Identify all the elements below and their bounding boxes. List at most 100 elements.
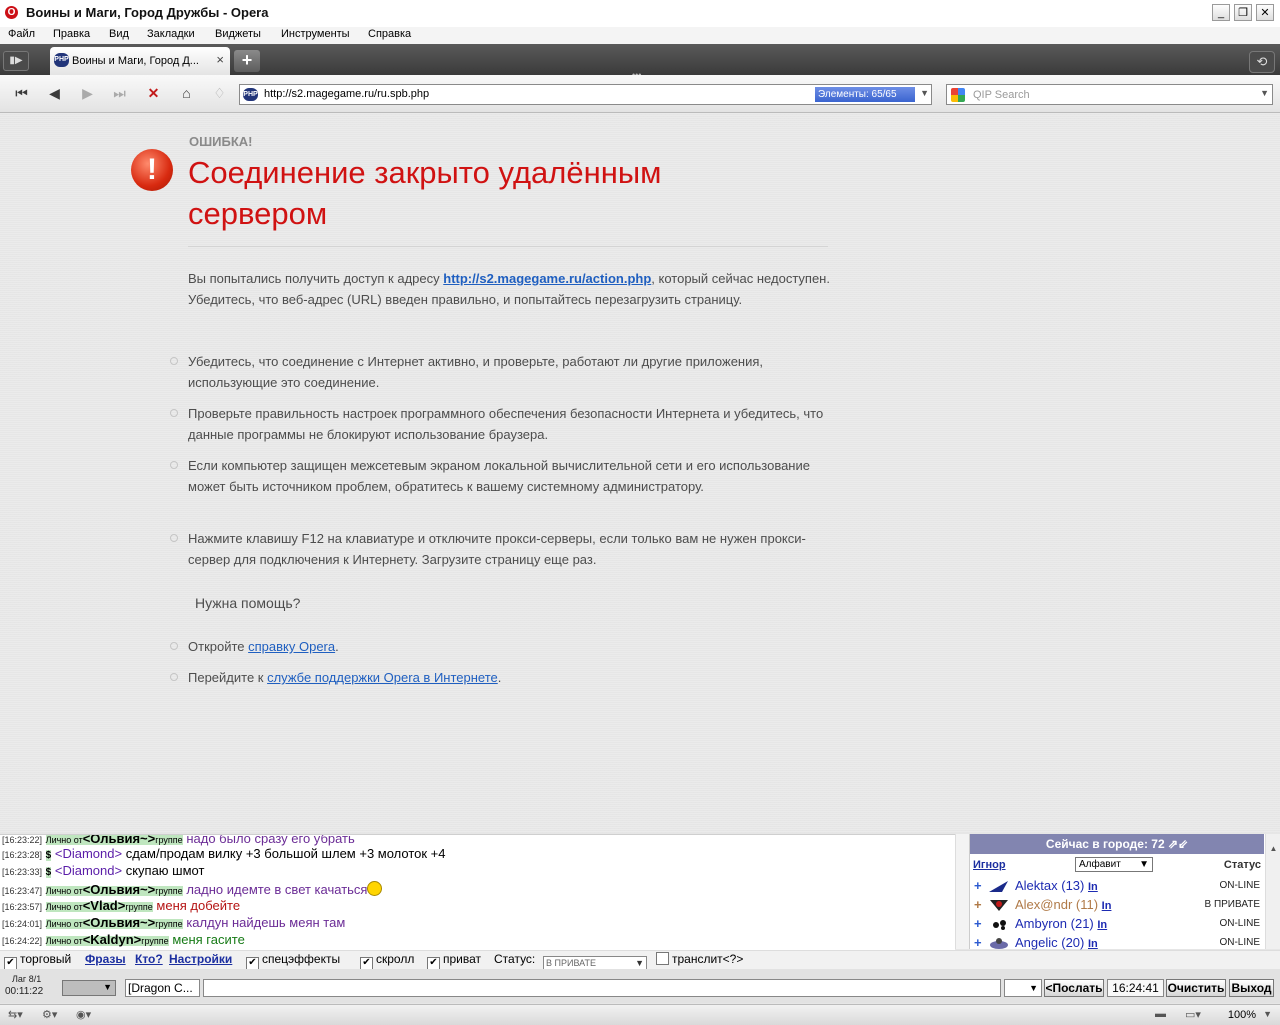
player-info-link[interactable]: In (1102, 900, 1112, 912)
player-name-text: Alektax (13) (1015, 878, 1085, 893)
menu-file[interactable]: Файл (8, 28, 35, 40)
city-scrollbar[interactable]: ▲ (1265, 834, 1280, 949)
closed-tabs-icon[interactable]: ⟲ (1249, 51, 1275, 73)
chat-nick[interactable]: <Ольвия~> (83, 915, 156, 930)
refresh-icon[interactable]: ⇗⇙ (1168, 837, 1188, 851)
ignore-link[interactable]: Игнор (973, 859, 1006, 871)
chat-time: [16:23:47] (2, 886, 43, 896)
opera-help-link[interactable]: справку Opera (248, 639, 335, 654)
chat-nick[interactable]: <Diamond> (55, 863, 122, 878)
divider (188, 246, 828, 247)
search-field[interactable]: QIP Search ▼ (946, 84, 1273, 105)
chat-nick[interactable]: <Ольвия~> (83, 835, 156, 846)
chat-nick[interactable]: <Vlad> (83, 898, 126, 913)
effects-checkbox[interactable]: ✔ спецэффекты (246, 952, 340, 970)
player-name-text: Angelic (20) (1015, 935, 1085, 950)
chat-nick[interactable]: <Ольвия~> (83, 882, 156, 897)
failed-url-link[interactable]: http://s2.magegame.ru/action.php (443, 271, 651, 286)
address-field[interactable]: PHP http://s2.magegame.ru/ru.spb.php Эле… (239, 84, 932, 105)
player-name[interactable]: Alektax (13) In (1015, 878, 1098, 893)
close-button[interactable]: ✕ (1256, 4, 1274, 21)
wand-icon[interactable]: ♢ (207, 81, 232, 106)
tab-close-icon[interactable]: × (216, 52, 224, 67)
exit-button[interactable]: Выход (1229, 979, 1274, 997)
menu-bar: Файл Правка Вид Закладки Виджеты Инструм… (0, 27, 1280, 45)
chat-nick[interactable]: <Kaldyn> (83, 932, 142, 947)
player-info-link[interactable]: In (1097, 919, 1107, 931)
avatar-icon (990, 938, 1008, 949)
chat-scrollbar[interactable] (955, 834, 970, 949)
add-player-icon[interactable]: + (974, 916, 982, 931)
player-info-link[interactable]: In (1088, 881, 1098, 893)
tab-active[interactable]: PHP Воины и Маги, Город Д... × (50, 47, 230, 75)
back-icon[interactable]: ◀ (42, 81, 67, 106)
clear-button[interactable]: Очистить (1166, 979, 1226, 997)
url-text[interactable]: http://s2.magegame.ru/ru.spb.php (264, 88, 429, 100)
add-player-icon[interactable]: + (974, 935, 982, 950)
turbo-icon[interactable]: ◉▾ (76, 1008, 91, 1021)
stop-icon[interactable]: ✕ (141, 81, 166, 106)
navigation-toolbar: ⏮ ◀ ▶ ⏭ ✕ ⌂ ♢ PHP http://s2.magegame.ru/… (0, 75, 1280, 113)
translit-help-link[interactable]: <?> (723, 952, 744, 966)
address-dropdown-icon[interactable]: ▼ (920, 88, 929, 98)
site-favicon-icon: PHP (243, 88, 258, 101)
menu-widgets[interactable]: Виджеты (215, 28, 261, 40)
zoom-dropdown-icon[interactable]: ▼ (1263, 1009, 1272, 1019)
scroll-checkbox[interactable]: ✔ скролл (360, 952, 414, 970)
group-tag: группе (155, 919, 183, 929)
player-name[interactable]: Angelic (20) In (1015, 935, 1098, 950)
minimize-button[interactable]: _ (1212, 4, 1230, 21)
zoom-level[interactable]: 100% (1228, 1009, 1256, 1021)
player-name[interactable]: Ambyron (21) In (1015, 916, 1107, 931)
chat-line: [16:23:57] Лично от<Vlad>группе меня доб… (2, 898, 240, 913)
panel-icon[interactable]: ▬ (1155, 1008, 1166, 1020)
share-icon[interactable]: ⚙▾ (42, 1008, 57, 1021)
help-item-support: Перейдите к службе поддержки Opera в Инт… (188, 667, 838, 688)
chat-log[interactable]: [16:23:22] Лично от<Ольвия~>группе надо … (0, 834, 955, 950)
chat-line: [16:23:22] Лично от<Ольвия~>группе надо … (2, 835, 355, 846)
avatar-icon (993, 920, 1006, 930)
menu-edit[interactable]: Правка (53, 28, 90, 40)
search-placeholder: QIP Search (973, 89, 1030, 101)
menu-help[interactable]: Справка (368, 28, 411, 40)
add-player-icon[interactable]: + (974, 878, 982, 893)
chat-nick[interactable]: <Diamond> (55, 846, 122, 861)
send-button[interactable]: <Послать (1044, 979, 1104, 997)
smiles-select[interactable]: ▼ (1004, 979, 1042, 997)
menu-bookmarks[interactable]: Закладки (147, 28, 195, 40)
rewind-icon[interactable]: ⏮ (9, 81, 34, 106)
fast-forward-icon[interactable]: ⏭ (107, 81, 132, 106)
maximize-button[interactable]: ❐ (1234, 4, 1252, 21)
phrases-link[interactable]: Фразы (85, 952, 126, 966)
scroll-up-icon[interactable]: ▲ (1266, 844, 1280, 853)
bullet-icon (170, 461, 178, 469)
chat-message: калдун найдешь меян там (186, 915, 346, 930)
recipient-field[interactable]: [Dragon C... (125, 979, 200, 997)
translit-checkbox[interactable]: транслит<?> (656, 952, 743, 966)
who-link[interactable]: Кто? (135, 952, 163, 966)
add-player-icon[interactable]: + (974, 897, 982, 912)
chat-line: [16:23:33] $ <Diamond> скупаю шмот (2, 863, 204, 878)
home-icon[interactable]: ⌂ (174, 81, 199, 106)
private-checkbox[interactable]: ✔ приват (427, 952, 481, 970)
search-dropdown-icon[interactable]: ▼ (1260, 88, 1269, 98)
menu-tools[interactable]: Инструменты (281, 28, 350, 40)
player-row: + Alektax (13) In ON-LINE (970, 877, 1264, 896)
player-info-link[interactable]: In (1088, 938, 1098, 950)
menu-view[interactable]: Вид (109, 28, 129, 40)
player-name[interactable]: Alex@ndr (11) In (1015, 897, 1111, 912)
view-icon[interactable]: ▭▾ (1185, 1008, 1201, 1021)
new-tab-button[interactable]: + (234, 50, 260, 72)
chat-time: [16:23:28] (2, 850, 43, 860)
effects-label: спецэффекты (262, 952, 341, 966)
trade-checkbox[interactable]: ✔ торговый (4, 952, 71, 970)
chat-message: ладно идемте в свет качаться (186, 882, 368, 897)
sort-select[interactable]: Алфавит ▼ (1075, 857, 1153, 872)
settings-link[interactable]: Настройки (169, 952, 232, 966)
network-icon[interactable]: ⇆▾ (8, 1008, 23, 1021)
channel-select[interactable]: ▼ (62, 980, 116, 996)
message-input[interactable] (203, 979, 1001, 997)
forward-icon[interactable]: ▶ (75, 81, 100, 106)
panel-toggle-icon[interactable]: ▮▶ (3, 51, 29, 71)
opera-support-link[interactable]: службе поддержки Opera в Интернете (267, 670, 498, 685)
